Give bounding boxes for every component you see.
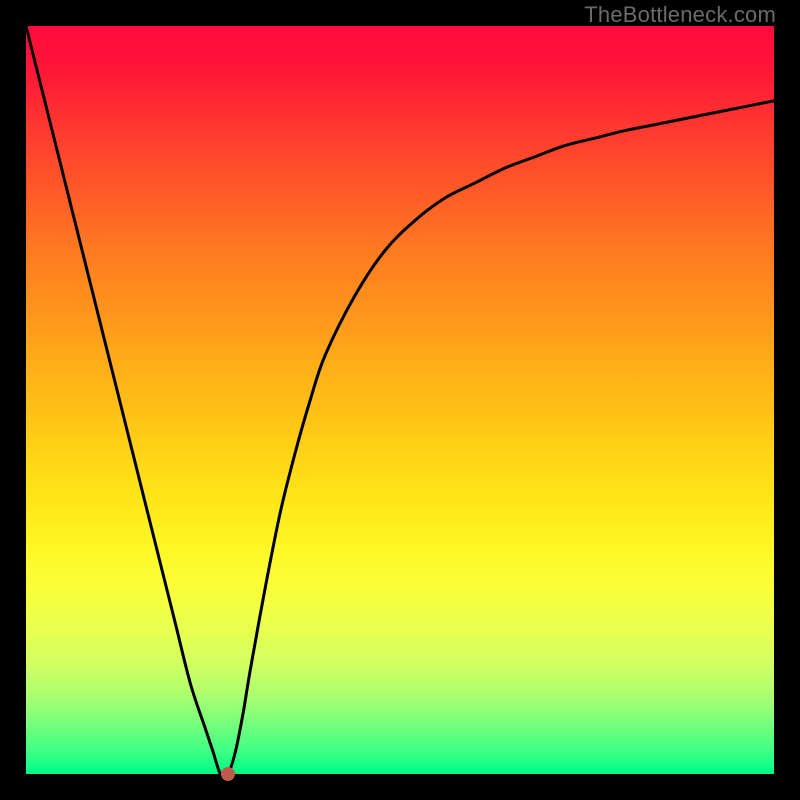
- watermark-text: TheBottleneck.com: [584, 2, 776, 28]
- minimum-point: [221, 767, 235, 781]
- chart-frame: TheBottleneck.com: [0, 0, 800, 800]
- bottleneck-curve: [26, 26, 774, 774]
- plot-area: [26, 26, 774, 774]
